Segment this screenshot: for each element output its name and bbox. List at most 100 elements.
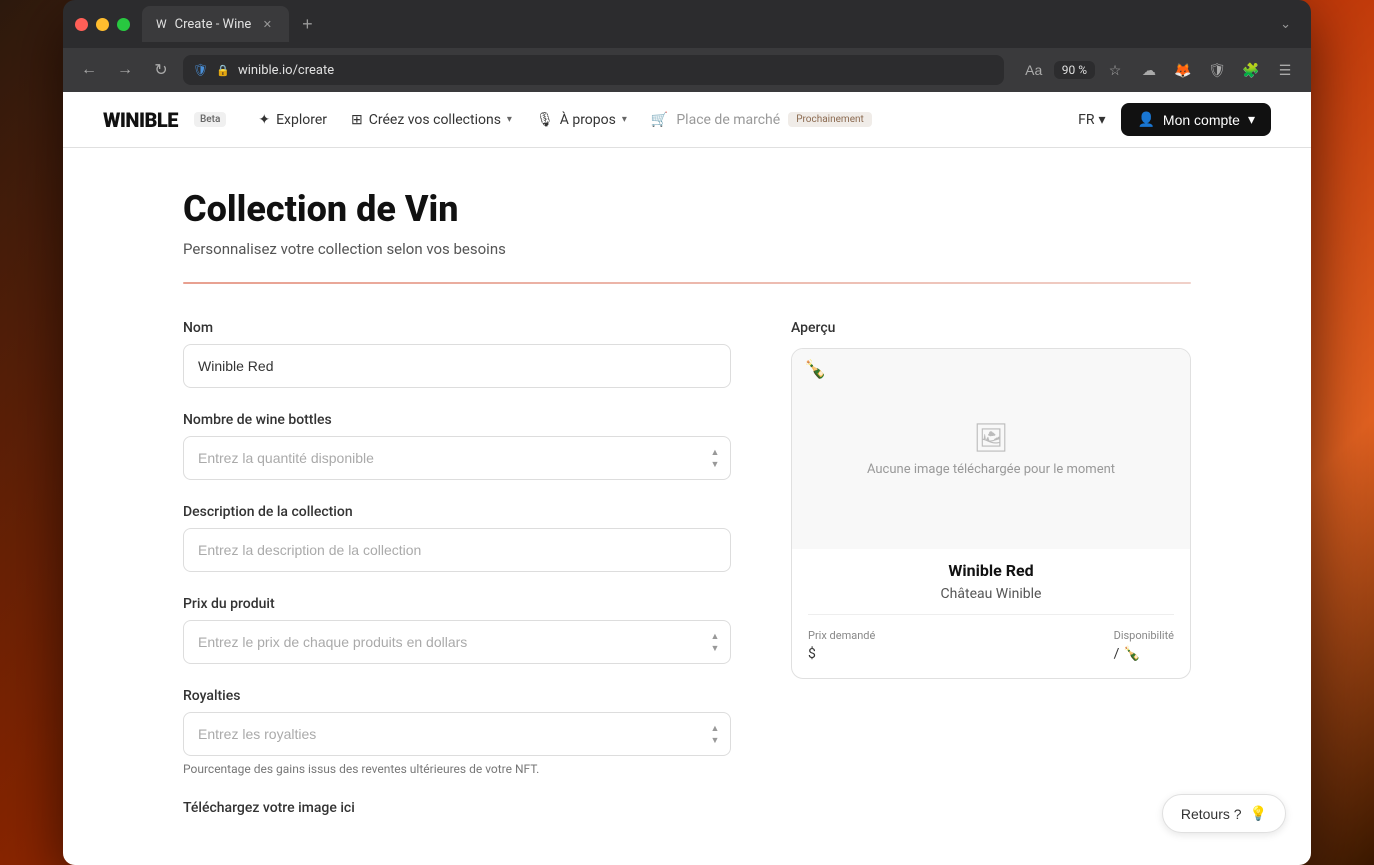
description-field-group: Description de la collection	[183, 504, 731, 572]
shield-icon: 🛡	[193, 63, 208, 77]
apropos-chevron-icon: ▾	[622, 114, 627, 125]
price-decrement[interactable]: ▼	[709, 643, 721, 653]
royalties-increment[interactable]: ▲	[709, 723, 721, 733]
extensions-icon[interactable]: 🧩	[1237, 56, 1265, 84]
price-stat-group: Prix demandé $	[808, 629, 875, 662]
create-chevron-icon: ▾	[507, 114, 512, 125]
royalties-spinner: ▲ ▼	[709, 723, 721, 745]
image-field-group: Téléchargez votre image ici	[183, 800, 731, 816]
name-input[interactable]	[183, 344, 731, 388]
fox-icon[interactable]: 🦊	[1169, 56, 1197, 84]
apropos-label: À propos	[560, 112, 616, 128]
minimize-button[interactable]	[96, 18, 109, 31]
apropos-nav-link[interactable]: 🎙 À propos ▾	[536, 112, 627, 128]
form-layout: Nom Nombre de wine bottles ▲ ▼	[183, 320, 1191, 840]
description-input[interactable]	[183, 528, 731, 572]
availability-value: /	[1114, 646, 1120, 662]
description-label: Description de la collection	[183, 504, 731, 520]
bottles-input[interactable]	[183, 436, 731, 480]
back-button[interactable]: ←	[75, 56, 103, 84]
url-text: winible.io/create	[238, 63, 334, 78]
divider	[183, 282, 1191, 284]
nav-links: ✦ Explorer ⊞ Créez vos collections ▾ 🎙 À…	[258, 112, 1046, 128]
bookmark-icon[interactable]: ☆	[1101, 56, 1129, 84]
preview-image-area: 🍾 🖼 Aucune image téléchargée pour le mom…	[792, 349, 1190, 549]
language-button[interactable]: FR ▾	[1078, 112, 1105, 128]
tab-favicon: W	[156, 17, 167, 31]
address-bar: ← → ↻ 🛡 🔒 winible.io/create Aa 90 % ☆ ☁ …	[63, 48, 1311, 92]
royalties-label: Royalties	[183, 688, 731, 704]
zoom-badge: 90 %	[1054, 61, 1095, 79]
marketplace-label: Place de marché	[676, 112, 780, 128]
form-section: Nom Nombre de wine bottles ▲ ▼	[183, 320, 731, 840]
marketplace-nav-link: 🛒 Place de marché Prochainement	[651, 112, 872, 128]
image-label: Téléchargez votre image ici	[183, 800, 731, 816]
bottle-icon: 🍾	[804, 359, 826, 380]
retours-label: Retours ?	[1181, 806, 1242, 822]
bottles-increment[interactable]: ▲	[709, 447, 721, 457]
lock-icon: 🔒	[216, 64, 230, 77]
royalties-input[interactable]	[183, 712, 731, 756]
marketplace-icon: 🛒	[651, 112, 668, 128]
account-button[interactable]: 👤 Mon compte ▾	[1121, 103, 1271, 136]
name-field-group: Nom	[183, 320, 731, 388]
refresh-button[interactable]: ↻	[147, 56, 175, 84]
lightbulb-icon: 💡	[1250, 805, 1267, 822]
account-label: Mon compte	[1163, 112, 1240, 128]
price-stat-value: $	[808, 646, 875, 662]
pocket-icon[interactable]: ☁	[1135, 56, 1163, 84]
retours-button[interactable]: Retours ? 💡	[1162, 794, 1286, 833]
preview-label: Aperçu	[791, 320, 1191, 336]
url-bar[interactable]: 🛡 🔒 winible.io/create	[183, 55, 1004, 85]
translate-icon[interactable]: Aa	[1020, 56, 1048, 84]
availability-stat-group: Disponibilité / 🍾	[1114, 629, 1174, 662]
nav-right: FR ▾ 👤 Mon compte ▾	[1078, 103, 1271, 136]
menu-icon[interactable]: ☰	[1271, 56, 1299, 84]
toolbar-icons: Aa 90 % ☆ ☁ 🦊 🛡 🧩 ☰	[1020, 56, 1299, 84]
name-label: Nom	[183, 320, 731, 336]
forward-button[interactable]: →	[111, 56, 139, 84]
no-image-text: Aucune image téléchargée pour le moment	[867, 462, 1115, 477]
bottles-spinner: ▲ ▼	[709, 447, 721, 469]
price-input[interactable]	[183, 620, 731, 664]
account-chevron-icon: ▾	[1248, 111, 1255, 128]
explorer-label: Explorer	[276, 112, 327, 128]
preview-wine-name: Winible Red	[808, 561, 1174, 580]
no-image-icon: 🖼	[973, 421, 1009, 454]
price-input-wrapper: ▲ ▼	[183, 620, 731, 664]
maximize-button[interactable]	[117, 18, 130, 31]
royalties-decrement[interactable]: ▼	[709, 735, 721, 745]
preview-section: Aperçu 🍾 🖼 Aucune image téléchargée pour…	[791, 320, 1191, 840]
bottles-decrement[interactable]: ▼	[709, 459, 721, 469]
availability-stat-value: / 🍾	[1114, 646, 1174, 662]
tab-bar: W Create - Wine ✕ +	[142, 6, 1272, 42]
explorer-nav-link[interactable]: ✦ Explorer	[258, 112, 327, 128]
create-icon: ⊞	[351, 112, 363, 128]
active-tab[interactable]: W Create - Wine ✕	[142, 6, 289, 42]
page-subtitle: Personnalisez votre collection selon vos…	[183, 240, 1191, 258]
tab-overflow[interactable]: ⌄	[1272, 13, 1299, 36]
price-value: $	[808, 646, 816, 662]
royalties-input-wrapper: ▲ ▼	[183, 712, 731, 756]
royalties-field-group: Royalties ▲ ▼ Pourcentage des gains issu…	[183, 688, 731, 776]
royalties-hint: Pourcentage des gains issus des reventes…	[183, 762, 731, 776]
bottles-label: Nombre de wine bottles	[183, 412, 731, 428]
preview-card: 🍾 🖼 Aucune image téléchargée pour le mom…	[791, 348, 1191, 679]
page-title: Collection de Vin	[183, 188, 1191, 230]
account-icon: 👤	[1137, 111, 1154, 128]
availability-bottle-icon: 🍾	[1123, 646, 1140, 662]
price-spinner: ▲ ▼	[709, 631, 721, 653]
create-label: Créez vos collections	[369, 112, 501, 128]
new-tab-button[interactable]: +	[293, 10, 321, 38]
shield-browser-icon[interactable]: 🛡	[1203, 56, 1231, 84]
tab-close-button[interactable]: ✕	[259, 16, 275, 32]
close-button[interactable]	[75, 18, 88, 31]
price-increment[interactable]: ▲	[709, 631, 721, 641]
explorer-icon: ✦	[258, 112, 270, 128]
prochainement-badge: Prochainement	[788, 112, 872, 127]
price-label: Prix du produit	[183, 596, 731, 612]
create-nav-link[interactable]: ⊞ Créez vos collections ▾	[351, 112, 512, 128]
bottles-input-wrapper: ▲ ▼	[183, 436, 731, 480]
lang-label: FR	[1078, 112, 1094, 128]
title-bar: W Create - Wine ✕ + ⌄	[63, 0, 1311, 48]
